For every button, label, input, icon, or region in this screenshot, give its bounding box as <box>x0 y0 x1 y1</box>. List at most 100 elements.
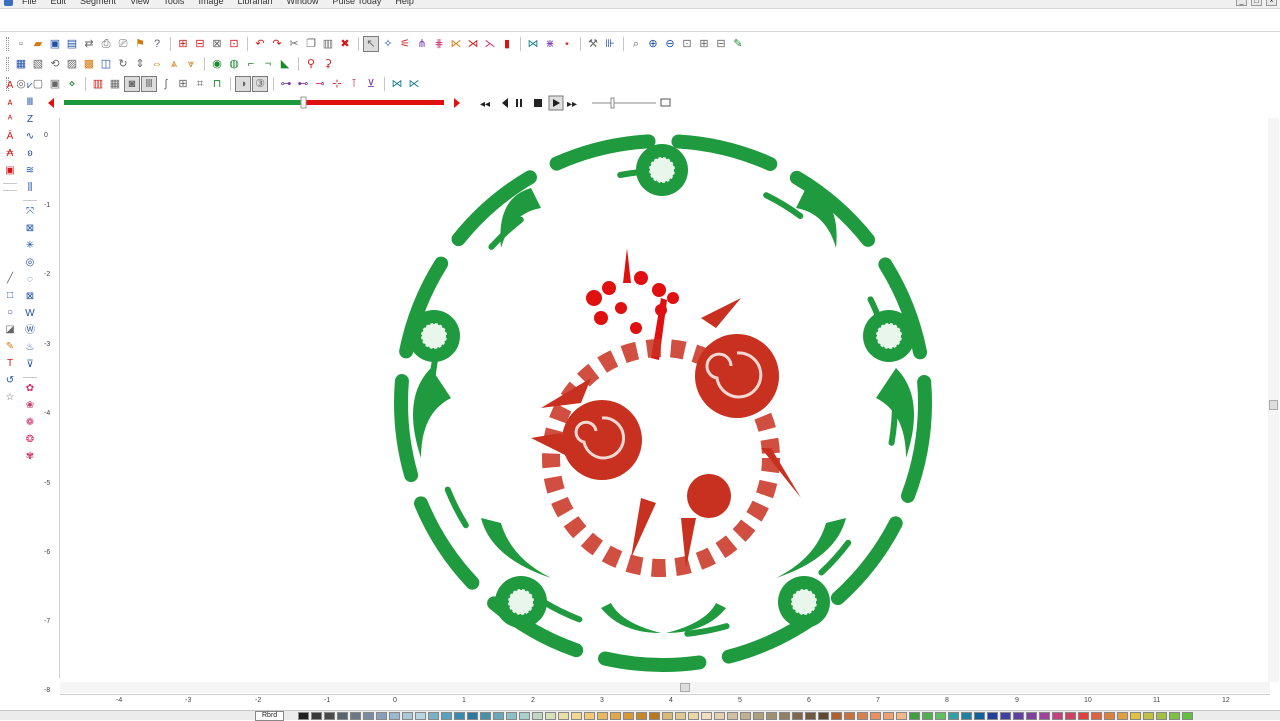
fill-icon[interactable]: ◣ <box>277 56 293 72</box>
thread-swatch[interactable] <box>428 711 440 720</box>
thread-swatch[interactable] <box>974 711 986 720</box>
reshape-icon[interactable]: ✧ <box>380 36 396 52</box>
thread-swatch[interactable] <box>792 711 804 720</box>
connector-alt-icon[interactable]: ⋉ <box>406 76 422 92</box>
vertical-scrollbar[interactable] <box>1268 118 1279 682</box>
thread-swatch[interactable] <box>1130 711 1142 720</box>
thread-swatch[interactable] <box>844 711 856 720</box>
machine-icon[interactable]: ⊞ <box>175 36 191 52</box>
spiral-fill-icon[interactable]: ◌ <box>23 272 37 287</box>
curve-view-icon[interactable]: ∫ <box>158 76 174 92</box>
thread-swatch[interactable] <box>610 711 622 720</box>
rewind-icon[interactable]: ◂◂ <box>480 99 490 110</box>
new-file-icon[interactable]: ▫ <box>13 36 29 52</box>
text-tool-icon[interactable]: T <box>3 356 17 371</box>
color-replace-icon[interactable]: ⚳ <box>320 56 336 72</box>
connector-icon[interactable]: ⋈ <box>389 76 405 92</box>
lettering-icon[interactable]: A <box>3 78 17 93</box>
vertical-scroll-thumb[interactable] <box>1269 400 1278 410</box>
thread-swatch[interactable] <box>519 711 531 720</box>
fill-bucket-icon[interactable]: ◪ <box>3 322 17 337</box>
border-tool-icon[interactable]: ≋ <box>23 163 37 178</box>
thread-swatch[interactable] <box>1156 711 1168 720</box>
app-icon[interactable] <box>4 0 13 6</box>
menu-item[interactable]: Window <box>286 0 318 6</box>
thread-swatch[interactable] <box>623 711 635 720</box>
step-back-icon[interactable] <box>502 98 508 108</box>
thread-swatch[interactable] <box>688 711 700 720</box>
thread-swatch[interactable] <box>896 711 908 720</box>
motif-flower-icon[interactable]: ✿ <box>23 381 37 396</box>
thread-swatch[interactable] <box>571 711 583 720</box>
close-button[interactable]: × <box>1266 0 1277 6</box>
menu-item[interactable]: Librarian <box>237 0 272 6</box>
name-drop-icon[interactable]: ₳ <box>3 146 17 161</box>
zoom-green-icon[interactable]: ◉ <box>209 56 225 72</box>
thread-swatch[interactable] <box>766 711 778 720</box>
select-arrow-icon[interactable]: ↖ <box>363 36 379 52</box>
realistic-view-icon[interactable]: ◙ <box>124 76 140 92</box>
thread-swatch[interactable] <box>298 711 310 720</box>
thread-swatch[interactable] <box>441 711 453 720</box>
rotate-tool-icon[interactable]: ↺ <box>3 373 17 388</box>
filter-icon[interactable]: ⊽ <box>23 357 37 372</box>
segment-list-icon[interactable]: ⊷ <box>295 76 311 92</box>
zoom-actual-icon[interactable]: ⊟ <box>713 36 729 52</box>
tools-icon[interactable]: ⚒ <box>585 36 601 52</box>
thread-swatch[interactable] <box>675 711 687 720</box>
menu-item[interactable]: Segment <box>80 0 116 6</box>
color-view-icon[interactable]: ⊸ <box>312 76 328 92</box>
w-stitch-icon[interactable]: Ⓦ <box>23 323 37 338</box>
cross-stitch-icon[interactable]: ⤧ <box>23 204 37 219</box>
view-mode-icon[interactable]: ▦ <box>13 56 29 72</box>
ellipse-tool-icon[interactable]: ○ <box>3 305 17 320</box>
thread-swatch[interactable] <box>935 711 947 720</box>
motif-fill-icon[interactable]: ⊠ <box>23 221 37 236</box>
print-icon[interactable]: ⎙ <box>98 36 114 52</box>
stitch-density-icon[interactable]: ⋇ <box>542 36 558 52</box>
thread-swatch[interactable] <box>1104 711 1116 720</box>
thread-swatch[interactable] <box>1091 711 1103 720</box>
thread-swatch[interactable] <box>818 711 830 720</box>
save-icon[interactable]: ▣ <box>47 36 63 52</box>
thread-swatch[interactable] <box>311 711 323 720</box>
thread-swatch[interactable] <box>467 711 479 720</box>
thread-swatch[interactable] <box>701 711 713 720</box>
corner-icon[interactable]: ⌐ <box>243 56 259 72</box>
menu-item[interactable]: Tools <box>163 0 184 6</box>
artwork-pen-icon[interactable]: ✎ <box>3 339 17 354</box>
line-tool-icon[interactable]: ╱ <box>3 271 17 286</box>
thread-swatch[interactable] <box>415 711 427 720</box>
motif-cluster-icon[interactable]: ❁ <box>23 415 37 430</box>
measure-icon[interactable]: ⊪ <box>602 36 618 52</box>
segment-view-icon[interactable]: ⊶ <box>278 76 294 92</box>
thread-swatch[interactable] <box>1078 711 1090 720</box>
green-marker-icon[interactable]: ⊓ <box>209 76 225 92</box>
redo-icon[interactable]: ↷ <box>269 36 285 52</box>
thread-swatch[interactable] <box>1065 711 1077 720</box>
thread-swatch[interactable] <box>1182 711 1194 720</box>
motif-knot-icon[interactable]: ❂ <box>23 432 37 447</box>
open-folder-icon[interactable]: ▰ <box>30 36 46 52</box>
thread-swatch[interactable] <box>493 711 505 720</box>
align-icon[interactable]: ⩓ <box>166 56 182 72</box>
grid-view-icon[interactable]: ▦ <box>107 76 123 92</box>
thread-swatch[interactable] <box>1026 711 1038 720</box>
thread-swatch[interactable] <box>1039 711 1051 720</box>
thread-swatch[interactable] <box>1117 711 1129 720</box>
thread-swatch[interactable] <box>1143 711 1155 720</box>
progress-thumb[interactable] <box>300 96 307 109</box>
distribute-icon[interactable]: ⩔ <box>183 56 199 72</box>
zoom-fit-icon[interactable]: ⊞ <box>696 36 712 52</box>
star-tool-icon[interactable]: ☆ <box>3 390 17 405</box>
thread-swatch[interactable] <box>324 711 336 720</box>
thread-swatch[interactable] <box>753 711 765 720</box>
motif-bud-icon[interactable]: ✾ <box>23 449 37 464</box>
rotate-icon[interactable]: ⟲ <box>47 56 63 72</box>
print-preview-icon[interactable]: ⎚ <box>115 36 131 52</box>
thread-swatch[interactable] <box>389 711 401 720</box>
thread-swatch[interactable] <box>922 711 934 720</box>
thread-swatch[interactable] <box>870 711 882 720</box>
density-view-icon[interactable]: Ⅲ <box>141 76 157 92</box>
thread-swatch[interactable] <box>805 711 817 720</box>
